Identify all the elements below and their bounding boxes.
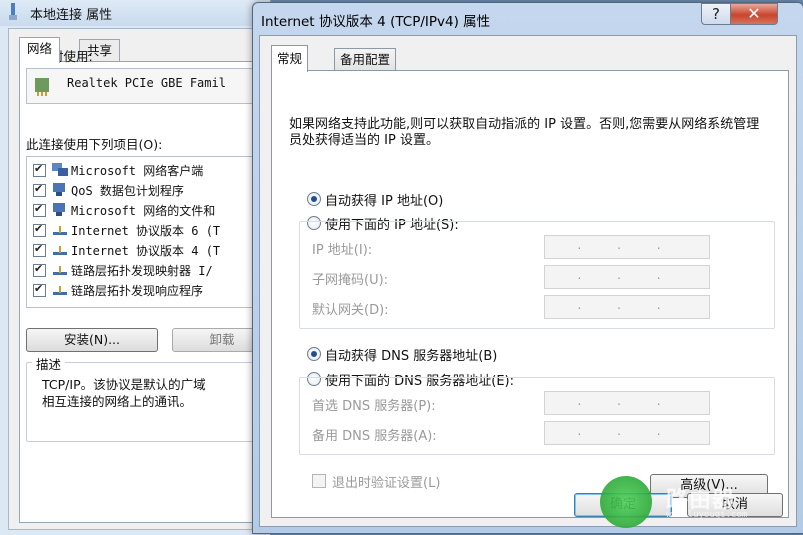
validate-checkbox[interactable] bbox=[312, 474, 326, 488]
checkbox[interactable] bbox=[33, 262, 46, 277]
subnet-mask-value: . . . bbox=[577, 268, 677, 282]
dialog-body: 常规 备用配置 如果网络支持此功能,则可以获取自动指派的 IP 设置。否则,您需… bbox=[259, 35, 797, 527]
tab-network[interactable]: 网络 bbox=[19, 37, 61, 63]
checkbox[interactable] bbox=[33, 202, 46, 217]
alternate-dns-input[interactable]: . . . bbox=[544, 421, 710, 445]
general-tab-panel: 如果网络支持此功能,则可以获取自动指派的 IP 设置。否则,您需要从网络系统管理… bbox=[271, 70, 789, 518]
ip-address-label: IP 地址(I): bbox=[312, 243, 373, 258]
ip-address-value: . . . bbox=[577, 238, 677, 252]
ip-auto-radio[interactable] bbox=[307, 192, 321, 206]
checkbox[interactable] bbox=[33, 222, 46, 237]
network-adapter-icon bbox=[35, 78, 49, 96]
dns-auto-radio[interactable] bbox=[307, 347, 321, 361]
checkbox[interactable] bbox=[33, 162, 46, 177]
list-item-label: Microsoft 网络的文件和 bbox=[71, 204, 216, 218]
ip-address-input[interactable]: . . . bbox=[544, 235, 710, 259]
checkbox[interactable] bbox=[33, 242, 46, 257]
alternate-dns-value: . . . bbox=[577, 424, 677, 438]
protocol-icon bbox=[53, 286, 67, 295]
bg-window-title: 本地连接 属性 bbox=[30, 8, 113, 23]
list-item-label: QoS 数据包计划程序 bbox=[71, 184, 184, 198]
intro-text: 如果网络支持此功能,则可以获取自动指派的 IP 设置。否则,您需要从网络系统管理… bbox=[289, 117, 760, 148]
tab-alternate-config[interactable]: 备用配置 bbox=[334, 48, 397, 71]
dialog-title: Internet 协议版本 4 (TCP/IPv4) 属性 bbox=[261, 14, 491, 30]
preferred-dns-input[interactable]: . . . bbox=[544, 391, 710, 415]
description-legend: 描述 bbox=[32, 354, 66, 373]
subnet-mask-input[interactable]: . . . bbox=[544, 265, 710, 289]
protocol-icon bbox=[53, 226, 67, 235]
tab-general[interactable]: 常规 bbox=[271, 45, 309, 72]
default-gateway-label: 默认网关(D): bbox=[312, 303, 389, 318]
alternate-dns-label: 备用 DNS 服务器(A): bbox=[312, 429, 437, 444]
components-list[interactable]: Microsoft 网络客户端 QoS 数据包计划程序 Microsoft 网络… bbox=[26, 156, 272, 308]
default-gateway-input[interactable]: . . . bbox=[544, 295, 710, 319]
adapter-display: Realtek PCIe GBE Famil bbox=[26, 68, 272, 104]
protocol-icon bbox=[53, 266, 67, 275]
list-item-label: 链路层拓扑发现响应程序 bbox=[71, 284, 204, 298]
cancel-button[interactable]: 取消 bbox=[687, 493, 783, 517]
list-item-label: 链路层拓扑发现映射器 I/ bbox=[71, 264, 213, 278]
list-item-label: Microsoft 网络客户端 bbox=[71, 164, 204, 178]
preferred-dns-value: . . . bbox=[577, 394, 677, 408]
items-label: 此连接使用下列项目(O): bbox=[26, 137, 163, 152]
network-client-icon bbox=[52, 163, 68, 176]
bg-title-bar: 本地连接 属性 bbox=[0, 0, 270, 26]
default-gateway-value: . . . bbox=[577, 298, 677, 312]
close-button[interactable]: ✕ bbox=[730, 3, 778, 25]
subnet-mask-label: 子网掩码(U): bbox=[312, 273, 389, 288]
validate-label: 退出时验证设置(L) bbox=[332, 476, 441, 491]
list-item-label: Internet 协议版本 6 (T bbox=[71, 224, 221, 238]
help-button[interactable]: ? bbox=[701, 3, 731, 25]
file-share-icon bbox=[53, 203, 65, 216]
description-text: TCP/IP。该协议是默认的广域 相互连接的网络上的通讯。 bbox=[42, 377, 206, 409]
qos-icon bbox=[53, 183, 65, 196]
ip-auto-label: 自动获得 IP 地址(O) bbox=[325, 194, 444, 209]
ok-button[interactable]: 确定 bbox=[574, 493, 672, 517]
checkbox[interactable] bbox=[33, 182, 46, 197]
protocol-icon bbox=[53, 246, 67, 255]
preferred-dns-label: 首选 DNS 服务器(P): bbox=[312, 399, 436, 414]
list-item-label: Internet 协议版本 4 (T bbox=[71, 244, 221, 258]
checkbox[interactable] bbox=[33, 282, 46, 297]
network-connection-icon bbox=[9, 3, 17, 20]
adapter-name: Realtek PCIe GBE Famil bbox=[67, 76, 226, 90]
local-connection-properties-window: 本地连接 属性 网络 共享 连接时使用: Realtek PCIe GBE Fa… bbox=[0, 0, 272, 535]
install-button[interactable]: 安装(N)... bbox=[26, 328, 158, 352]
dns-auto-label: 自动获得 DNS 服务器地址(B) bbox=[325, 349, 498, 364]
ipv4-properties-dialog: Internet 协议版本 4 (TCP/IPv4) 属性 ? ✕ 常规 备用配… bbox=[252, 2, 803, 534]
